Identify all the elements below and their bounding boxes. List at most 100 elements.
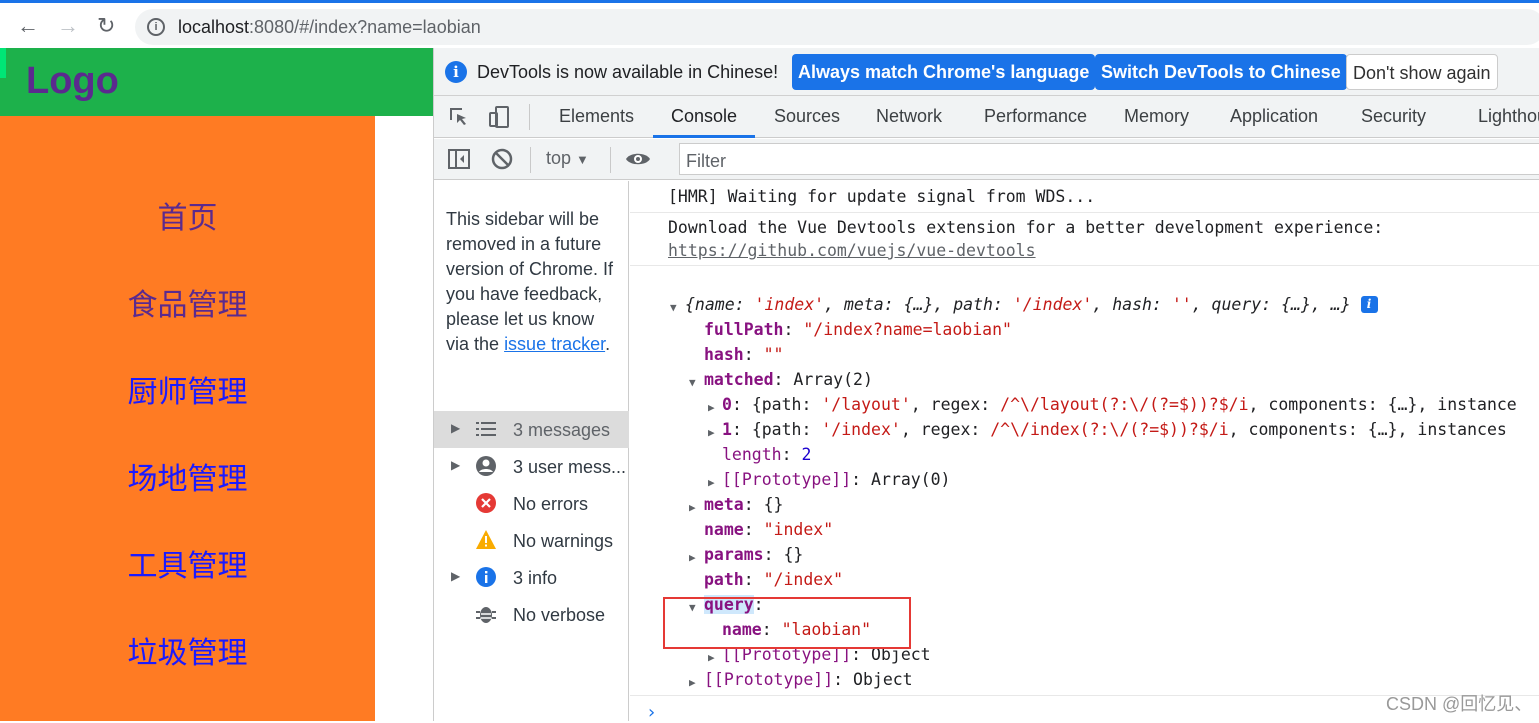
prop-matched[interactable]: matched: Array(2) [704,370,873,389]
tab-security[interactable]: Security [1361,106,1426,127]
tab-elements[interactable]: Elements [559,106,634,127]
item-regex: /^\/index(?:\/(?=$))?$/i [990,420,1229,439]
url-text[interactable]: localhost:8080/#/index?name=laobian [178,17,481,38]
context-selector[interactable]: top ▼ [546,148,589,169]
item-part: , components: {…}, instances [1228,420,1507,439]
forward-arrow-icon[interactable]: → [57,13,79,39]
sidebar-toggle-icon[interactable] [447,147,471,177]
expand-arrow-icon[interactable]: ▶ [451,458,460,472]
prop-prototype-array[interactable]: [[Prototype]]: Array(0) [722,470,951,489]
devtools-tabbar: Elements Console Sources Network Perform… [434,96,1539,138]
chevron-down-icon: ▼ [576,152,589,167]
expand-arrow-icon[interactable]: ▶ [708,651,715,664]
url-host: localhost [178,17,250,37]
filter-item-errors[interactable]: No errors [434,485,629,522]
eye-icon[interactable] [625,147,651,177]
expand-arrow-icon[interactable]: ▶ [451,569,460,583]
item-part: {path: [751,420,822,439]
expand-arrow-icon[interactable]: ▶ [451,421,460,435]
warning-icon [475,529,497,551]
summary-name-value: 'index' [754,295,825,314]
tab-performance[interactable]: Performance [984,106,1087,127]
prop-value: "index" [763,520,834,539]
collapse-arrow-icon[interactable]: ▼ [689,376,696,389]
tab-lighthouse[interactable]: Lighthou [1478,106,1539,127]
prop-key: name [704,520,744,539]
sidebar-deprecation-note: This sidebar will be removed in a future… [446,207,621,357]
url-path: :8080/#/index?name=laobian [249,17,481,37]
menu-item-garbage[interactable]: 垃圾管理 [0,628,375,672]
tab-application[interactable]: Application [1230,106,1318,127]
filter-item-info[interactable]: ▶ 3 info [434,559,629,596]
collapse-arrow-icon[interactable]: ▼ [670,301,677,314]
prop-key: 1 [722,420,732,439]
expand-arrow-icon[interactable]: ▶ [689,676,696,689]
tab-memory[interactable]: Memory [1124,106,1189,127]
match-language-button[interactable]: Always match Chrome's language [792,54,1096,90]
prop-key: [[Prototype]] [722,470,852,489]
filter-item-label: No warnings [513,531,614,551]
expand-arrow-icon[interactable]: ▶ [689,501,696,514]
back-arrow-icon[interactable]: ← [17,13,39,39]
item-part: , regex: [900,420,991,439]
prop-key: 0 [722,395,732,414]
watermark: CSDN @回忆见、 [1386,694,1533,714]
prop-path: path: "/index" [704,570,844,589]
matched-item-1[interactable]: 1: {path: '/index', regex: /^\/index(?:\… [722,420,1507,439]
filter-item-label: 3 messages [513,420,611,440]
filter-item-label: No errors [513,494,589,514]
user-icon [475,455,497,477]
site-info-icon[interactable]: i [147,18,165,36]
accent-strip [0,48,6,78]
info-icon: i [445,61,467,83]
prop-meta[interactable]: meta: {} [704,495,784,514]
vue-devtools-link[interactable]: https://github.com/vuejs/vue-devtools [668,241,1036,260]
prop-length: length: 2 [722,445,812,464]
inspect-element-icon[interactable] [447,105,471,129]
item-part: , components: {…}, instance [1248,395,1517,414]
log-divider [630,265,1539,266]
filter-box[interactable] [679,143,1539,175]
tab-network[interactable]: Network [876,106,942,127]
console-prompt-icon[interactable]: › [646,702,657,723]
sidebar-note-text: This sidebar will be removed in a future… [446,209,614,354]
route-object-summary[interactable]: {name: 'index', meta: {…}, path: '/index… [685,295,1378,314]
prop-params[interactable]: params: {} [704,545,803,564]
filter-item-verbose[interactable]: No verbose [434,596,629,633]
tab-sources[interactable]: Sources [774,106,840,127]
expand-arrow-icon[interactable]: ▶ [708,476,715,489]
address-bar[interactable]: i localhost:8080/#/index?name=laobian [135,9,1539,45]
matched-item-0[interactable]: 0: {path: '/layout', regex: /^\/layout(?… [722,395,1517,414]
menu-item-chef[interactable]: 厨师管理 [0,367,375,411]
filter-item-label: 3 user mess... [513,457,627,477]
filter-item-user-messages[interactable]: ▶ 3 user mess... [434,448,629,485]
issue-tracker-link[interactable]: issue tracker [504,334,605,354]
devtools-panel: i DevTools is now available in Chinese! … [433,48,1539,723]
page-content-area [375,116,433,721]
clear-console-icon[interactable] [490,147,514,177]
item-regex: /^\/layout(?:\/(?=$))?$/i [1000,395,1249,414]
device-toolbar-icon[interactable] [487,105,511,129]
filter-item-warnings[interactable]: No warnings [434,522,629,559]
expand-arrow-icon[interactable]: ▶ [708,426,715,439]
info-badge-icon[interactable]: i [1360,296,1378,313]
filter-input[interactable] [686,151,1086,172]
menu-item-home[interactable]: 首页 [0,193,375,237]
tab-console[interactable]: Console [671,106,737,127]
menu-item-tools[interactable]: 工具管理 [0,541,375,585]
switch-chinese-button[interactable]: Switch DevTools to Chinese [1095,54,1347,90]
prop-key: params [704,545,764,564]
menu-item-food[interactable]: 食品管理 [0,280,375,324]
expand-arrow-icon[interactable]: ▶ [708,401,715,414]
prop-key: meta [704,495,744,514]
dont-show-again-button[interactable]: Don't show again [1346,54,1498,90]
expand-arrow-icon[interactable]: ▶ [689,551,696,564]
reload-icon[interactable]: ↻ [97,13,115,39]
filter-item-messages[interactable]: ▶ 3 messages [434,411,629,448]
menu-item-venue[interactable]: 场地管理 [0,454,375,498]
prop-value: {} [783,545,804,564]
prop-value: "" [763,345,784,364]
divider [610,147,611,173]
filter-item-label: No verbose [513,605,606,625]
object-prototype[interactable]: [[Prototype]]: Object [704,670,913,689]
